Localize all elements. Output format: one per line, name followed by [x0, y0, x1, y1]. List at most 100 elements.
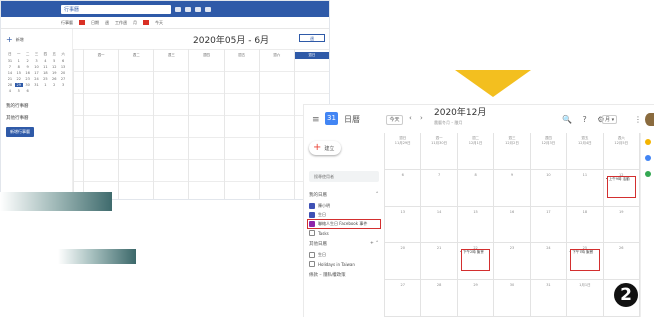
mini-day[interactable]: 13 — [59, 65, 67, 69]
mini-day[interactable]: 12 — [50, 65, 58, 69]
day-cell[interactable]: 週六 12月5日 — [603, 133, 640, 170]
week-column[interactable]: 週六 — [258, 49, 294, 199]
mini-day[interactable]: 26 — [50, 77, 58, 81]
command-item[interactable]: 週 — [105, 20, 109, 26]
toolbar-icon[interactable] — [205, 6, 211, 12]
other-calendars-item[interactable]: 其他行事曆 — [6, 115, 67, 121]
tasks-icon[interactable] — [645, 155, 651, 161]
day-cell[interactable]: 週四 12月3日 — [530, 133, 568, 170]
calendar-item[interactable]: Tasks — [309, 230, 379, 236]
mini-day[interactable]: 7 — [6, 65, 14, 69]
week-column[interactable] — [73, 49, 83, 199]
mini-day[interactable]: 29 — [14, 83, 23, 87]
mini-day[interactable]: 20 — [59, 71, 67, 75]
mini-day[interactable]: 16 — [24, 71, 32, 75]
command-item[interactable]: 日期 — [91, 20, 99, 26]
mini-calendar[interactable]: 日一二三四五六 31 1 2 3 4 5 6 7 8 9 10 11 12 13 14 15 16 17 18 19 20… — [6, 52, 67, 93]
toolbar-icon[interactable] — [185, 6, 191, 12]
mini-day[interactable]: 6 — [59, 59, 67, 63]
day-cell[interactable]: 11 — [567, 169, 604, 207]
checkbox-icon[interactable] — [309, 221, 315, 227]
calendar-item[interactable]: 聯絡人生日 Facebook 事件 — [307, 219, 381, 229]
day-cell[interactable]: 14 — [421, 206, 458, 244]
mini-day[interactable]: 4 — [41, 59, 49, 63]
mini-day[interactable]: 2 — [50, 83, 58, 87]
day-cell[interactable]: 24 — [530, 243, 568, 281]
new-event-button[interactable]: + 新增 — [6, 35, 67, 44]
mini-day[interactable]: 3 — [33, 59, 41, 63]
calendar-item[interactable]: Holidays in Taiwan — [309, 261, 379, 267]
mini-day[interactable]: 31 — [6, 59, 14, 63]
calendar-item[interactable]: 陳小明 — [309, 203, 379, 209]
mini-day[interactable]: 23 — [24, 77, 32, 81]
day-cell[interactable]: 12 • 上午9時 活動 — [603, 169, 640, 207]
mini-day[interactable]: 六 — [59, 52, 67, 57]
checkbox-icon[interactable] — [309, 261, 315, 267]
contacts-icon[interactable] — [645, 171, 651, 177]
command-item[interactable]: 工作週 — [115, 20, 127, 26]
day-cell[interactable]: 22 • 下午2時 聚會 — [457, 243, 495, 281]
day-cell[interactable]: 28 — [421, 280, 458, 317]
week-column[interactable]: 週四 — [188, 49, 224, 199]
day-cell[interactable]: 26 — [603, 243, 640, 281]
day-cell[interactable]: 29 — [457, 280, 495, 317]
week-column[interactable]: 週一 — [83, 49, 119, 199]
day-cell[interactable]: 10 — [530, 169, 568, 207]
day-cell[interactable]: 8 — [457, 169, 495, 207]
search-people-input[interactable]: 搜尋使用者 — [309, 171, 379, 182]
day-cell[interactable]: 17 — [530, 206, 568, 244]
mini-day[interactable]: 30 — [24, 83, 32, 87]
day-cell[interactable]: 21 — [421, 243, 458, 281]
mini-day[interactable]: 一 — [15, 52, 23, 57]
mini-day[interactable]: 五 — [50, 52, 58, 57]
mini-day[interactable]: 4 — [6, 89, 14, 93]
mini-day[interactable]: 6 — [24, 89, 32, 93]
week-column[interactable]: 週二 — [118, 49, 154, 199]
search-input[interactable]: 行事曆 — [61, 4, 171, 14]
keep-icon[interactable] — [645, 139, 651, 145]
day-cell[interactable]: 週二 12月1日 — [457, 133, 495, 170]
mini-day[interactable]: 19 — [50, 71, 58, 75]
day-cell[interactable]: 31 — [530, 280, 568, 317]
day-cell[interactable]: 6 — [385, 169, 422, 207]
day-cell[interactable]: 週一 11月30日 — [421, 133, 458, 170]
day-cell[interactable]: 1月1日 — [567, 280, 604, 317]
day-cell[interactable]: 20 — [385, 243, 422, 281]
mini-day[interactable]: 25 — [41, 77, 49, 81]
day-cell[interactable]: 25 • 下午7時 聚餐 — [567, 243, 604, 281]
my-calendars-header[interactable]: 我的日曆 ⌃ — [309, 192, 379, 198]
view-select[interactable]: 月 ▾ — [602, 115, 618, 124]
mini-day[interactable]: 10 — [33, 65, 41, 69]
checkbox-icon[interactable] — [309, 203, 315, 209]
day-cell[interactable]: 27 — [385, 280, 422, 317]
today-button[interactable]: 今天 — [386, 115, 403, 125]
day-cell[interactable]: 15 — [457, 206, 495, 244]
mini-day[interactable]: 11 — [41, 65, 49, 69]
mini-day[interactable]: 28 — [6, 83, 14, 87]
mini-day[interactable]: 2 — [24, 59, 32, 63]
mini-day[interactable]: 日 — [6, 52, 14, 57]
my-calendars-item[interactable]: 我的行事曆 — [6, 103, 67, 109]
add-calendar-icon[interactable]: + ⌃ — [370, 241, 379, 247]
mini-day[interactable]: 18 — [41, 71, 49, 75]
footer-links[interactable]: 條款 – 隱私權政策 — [309, 272, 346, 278]
week-column[interactable]: 週三 — [153, 49, 189, 199]
week-column[interactable]: 週五 — [223, 49, 259, 199]
mini-day[interactable]: 四 — [41, 52, 49, 57]
calendar-item[interactable]: 生日 — [309, 212, 379, 218]
checkbox-icon[interactable] — [309, 230, 315, 236]
create-button[interactable]: + 建立 — [309, 141, 341, 155]
day-cell[interactable]: 18 — [567, 206, 604, 244]
toolbar-icon[interactable] — [195, 6, 201, 12]
mini-day[interactable]: 8 — [15, 65, 23, 69]
command-item[interactable]: 行事曆 — [61, 20, 73, 26]
mini-day[interactable]: 三 — [33, 52, 41, 57]
mini-day[interactable]: 3 — [59, 83, 67, 87]
mini-day[interactable]: 14 — [6, 71, 14, 75]
mini-day[interactable]: 15 — [15, 71, 23, 75]
mini-day[interactable]: 二 — [24, 52, 32, 57]
mini-day[interactable]: 27 — [59, 77, 67, 81]
command-item[interactable]: 今天 — [155, 20, 163, 26]
day-cell[interactable]: 週三 12月2日 — [494, 133, 531, 170]
mini-day[interactable]: 31 — [33, 83, 41, 87]
